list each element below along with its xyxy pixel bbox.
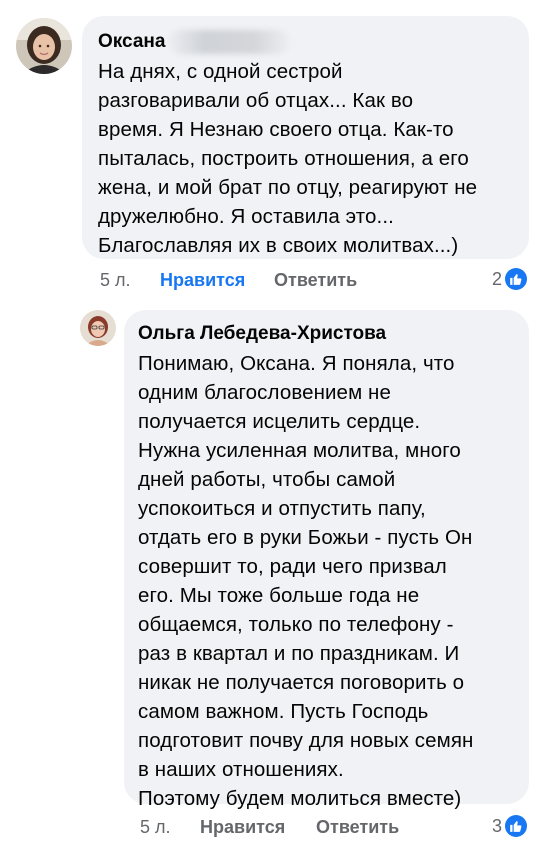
avatar-oksana-image — [16, 18, 72, 74]
comment-actions: 5 л. Нравится Ответить — [100, 270, 400, 294]
reaction-count-number: 2 — [491, 268, 502, 289]
comment-age-link[interactable]: 5 л. — [140, 817, 171, 838]
comment-text: Понимаю, Оксана. Я поняла, что одним бла… — [138, 352, 474, 810]
reaction-count[interactable]: 3 — [492, 815, 527, 837]
comment-author[interactable]: Оксана — [98, 30, 513, 54]
reaction-count-number: 3 — [491, 815, 502, 836]
comment-actions: 5 л. Нравится Ответить — [140, 817, 440, 841]
blurred-surname — [169, 30, 290, 54]
reaction-count[interactable]: 2 — [492, 268, 527, 290]
like-button[interactable]: Нравится — [160, 270, 245, 291]
avatar-oksana[interactable] — [16, 18, 72, 74]
avatar-olga[interactable] — [80, 310, 116, 346]
reply-button[interactable]: Ответить — [316, 817, 399, 838]
author-name[interactable]: Оксана — [98, 31, 165, 52]
avatar-olga-image — [80, 310, 116, 346]
like-button[interactable]: Нравится — [200, 817, 285, 838]
thumbs-up-icon — [505, 815, 527, 837]
comment-author[interactable]: Ольга Лебедева-Христова — [138, 322, 515, 346]
comment-bubble: Ольга Лебедева-Христова Понимаю, Оксана.… — [124, 310, 529, 810]
thumbs-up-icon — [505, 268, 527, 290]
comment-bubble: Оксана На днях, с одной сестрой разговар… — [82, 16, 529, 259]
comment-olga: Ольга Лебедева-Христова Понимаю, Оксана.… — [0, 300, 545, 847]
comment-text: На днях, с одной сестрой разговаривали о… — [98, 60, 478, 258]
reply-button[interactable]: Ответить — [274, 270, 357, 291]
comment-age-link[interactable]: 5 л. — [100, 270, 131, 291]
comment-oksana: Оксана На днях, с одной сестрой разговар… — [0, 0, 545, 300]
